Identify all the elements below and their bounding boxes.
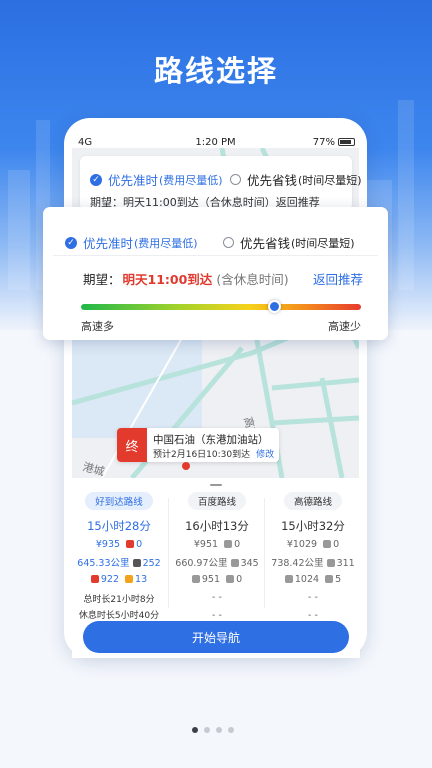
option-save-money-label: 优先省钱 bbox=[240, 236, 291, 251]
route-name: 百度路线 bbox=[187, 492, 246, 510]
battery-level: 77% bbox=[312, 137, 335, 148]
bg-option-save-sub: (时间尽量短) bbox=[298, 173, 362, 187]
route-stat4: 5 bbox=[335, 574, 342, 585]
route-stat: 345 bbox=[240, 558, 259, 569]
destination-pin-icon bbox=[182, 462, 190, 470]
route-duration: 15小时32分 bbox=[281, 519, 345, 533]
expect-note: (含休息时间) bbox=[216, 272, 289, 287]
bg-option-on-time: ✓ 优先准时 (费用尽量低) bbox=[90, 170, 223, 189]
fee-icon bbox=[224, 540, 233, 548]
route-dash: - - bbox=[212, 592, 222, 603]
start-navigation-button[interactable]: 开始导航 bbox=[83, 621, 349, 653]
page-dot[interactable] bbox=[228, 727, 234, 733]
column-divider bbox=[264, 498, 265, 608]
fuel-icon bbox=[90, 575, 99, 583]
page-dot[interactable] bbox=[204, 727, 210, 733]
slider-high-label: 高速少 bbox=[328, 320, 361, 333]
route-name: 好到达路线 bbox=[85, 492, 153, 510]
fuel-icon bbox=[284, 575, 293, 583]
check-icon: ✓ bbox=[90, 173, 102, 186]
check-circle-icon: ✓ bbox=[65, 236, 77, 249]
light-icon bbox=[125, 575, 134, 583]
route-fee2: 0 bbox=[333, 539, 340, 550]
route-duration: 16小时13分 bbox=[185, 519, 249, 533]
route-distance: 660.97公里 bbox=[175, 558, 228, 569]
radio-icon bbox=[230, 174, 241, 185]
option-save-money[interactable]: 优先省钱 (时间尽量短) bbox=[223, 233, 355, 252]
route-dash: - - bbox=[308, 592, 318, 603]
fee-icon bbox=[126, 540, 135, 548]
route-preference-card: ✓ 优先准时 (费用尽量低) 优先省钱 (时间尽量短) 期望： 明天11:00到达… bbox=[43, 207, 388, 340]
destination-eta: 预计2月16日10:30到达 bbox=[153, 450, 251, 460]
route-fee: ¥1029 bbox=[286, 539, 318, 550]
option-on-time[interactable]: ✓ 优先准时 (费用尽量低) bbox=[65, 233, 198, 252]
bg-option-on-time-label: 优先准时 bbox=[108, 173, 159, 188]
toll-icon bbox=[326, 559, 335, 567]
route-stat: 311 bbox=[336, 558, 355, 569]
return-recommend-link[interactable]: 返回推荐 bbox=[313, 269, 363, 288]
route-distance: 645.33公里 bbox=[77, 558, 130, 569]
map-label-road3: 港城 bbox=[81, 460, 106, 478]
radio-circle-icon bbox=[223, 237, 234, 248]
option-save-money-sub: (时间尽量短) bbox=[291, 236, 355, 250]
page-indicator bbox=[192, 727, 234, 733]
route-fee: ¥951 bbox=[193, 539, 219, 550]
route-stat: 252 bbox=[142, 558, 161, 569]
toll-icon bbox=[230, 559, 239, 567]
fee-icon bbox=[323, 540, 332, 548]
page-headline: 路线选择 bbox=[153, 54, 278, 88]
end-tag: 终 bbox=[117, 428, 147, 462]
fuel-icon bbox=[191, 575, 200, 583]
slider-low-label: 高速多 bbox=[81, 320, 114, 333]
divider bbox=[53, 255, 378, 256]
route-card-0[interactable]: 好到达路线 15小时28分 ¥935 0 645.33公里 252 922 13… bbox=[72, 492, 166, 621]
route-rest: 休息时长5小时40分 bbox=[78, 611, 160, 621]
bg-option-save-label: 优先省钱 bbox=[247, 173, 298, 188]
destination-eta-row: 预计2月16日10:30到达 修改 bbox=[153, 447, 274, 460]
option-on-time-sub: (费用尽量低) bbox=[134, 236, 198, 250]
light-icon bbox=[325, 575, 334, 583]
expected-arrival: 期望： 明天11:00到达 (含休息时间) bbox=[83, 269, 289, 288]
route-dash: - - bbox=[212, 610, 222, 621]
route-duration: 15小时28分 bbox=[87, 519, 151, 533]
page-dot[interactable] bbox=[216, 727, 222, 733]
route-card-2[interactable]: 高德路线 15小时32分 ¥1029 0 738.42公里 311 1024 5… bbox=[266, 492, 360, 621]
bg-expect-row: 期望：明天11:00到达（合休息时间）返回推荐 bbox=[90, 196, 320, 208]
route-fee: ¥935 bbox=[95, 539, 121, 550]
slider-knob[interactable] bbox=[268, 300, 282, 313]
background-options-card: ✓ 优先准时 (费用尽量低) 优先省钱 (时间尽量短) 期望：明天11:00到达… bbox=[80, 156, 362, 210]
route-stat4: 0 bbox=[236, 574, 243, 585]
route-fee2: 0 bbox=[234, 539, 241, 550]
battery-icon bbox=[338, 138, 355, 146]
route-total: 总时长21小时8分 bbox=[83, 595, 155, 605]
route-fee2: 0 bbox=[136, 539, 143, 550]
column-divider bbox=[168, 498, 169, 608]
route-dash: - - bbox=[308, 610, 318, 621]
route-stat4: 13 bbox=[135, 574, 148, 585]
edit-link[interactable]: 修改 bbox=[256, 450, 274, 460]
highway-preference-slider[interactable] bbox=[81, 300, 361, 313]
route-name: 高德路线 bbox=[283, 492, 342, 510]
status-bar: 4G 1:20 PM 77% bbox=[64, 118, 367, 148]
route-stat3: 922 bbox=[100, 574, 119, 585]
expect-time[interactable]: 明天11:00到达 bbox=[123, 272, 213, 287]
bg-option-save-money: 优先省钱 (时间尽量短) bbox=[230, 170, 362, 189]
route-stat3: 951 bbox=[201, 574, 221, 585]
route-stat3: 1024 bbox=[294, 574, 320, 585]
light-icon bbox=[226, 575, 235, 583]
route-distance: 738.42公里 bbox=[271, 558, 324, 569]
bg-option-on-time-sub: (费用尽量低) bbox=[159, 173, 223, 187]
option-on-time-label: 优先准时 bbox=[83, 236, 134, 251]
toll-icon bbox=[132, 559, 141, 567]
expect-label: 期望： bbox=[83, 272, 121, 287]
destination-name: 中国石油（东港加油站） bbox=[153, 434, 269, 446]
page-dot[interactable] bbox=[192, 727, 198, 733]
route-card-1[interactable]: 百度路线 16小时13分 ¥951 0 660.97公里 345 951 0 -… bbox=[170, 492, 264, 621]
destination-callout[interactable]: 终 中国石油（东港加油站） 预计2月16日10:30到达 修改 bbox=[117, 428, 279, 462]
drag-handle[interactable] bbox=[210, 484, 222, 486]
